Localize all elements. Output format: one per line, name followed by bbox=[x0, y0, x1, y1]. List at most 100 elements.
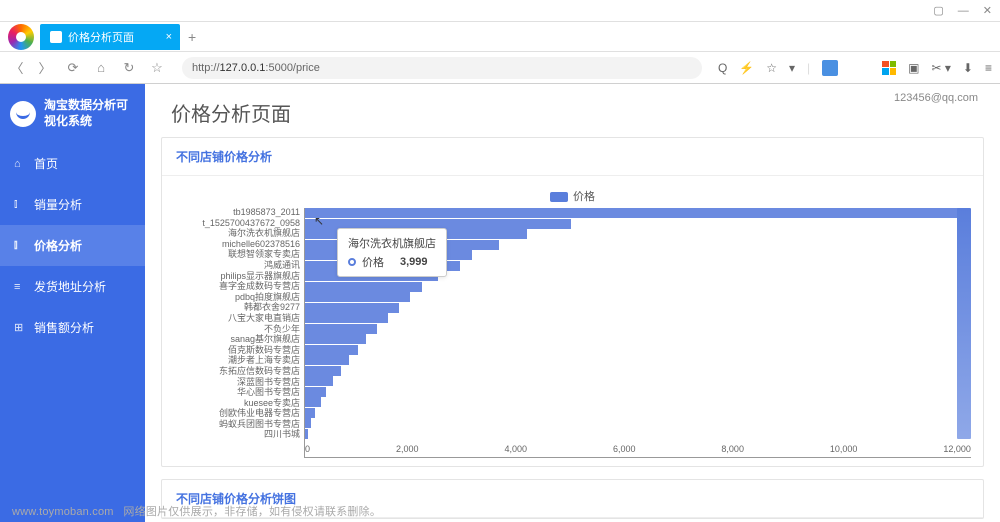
url-input[interactable]: http://127.0.0.1:5000/price bbox=[182, 57, 702, 79]
y-tick-label: 联想智领家专卖店 bbox=[174, 250, 300, 259]
bar[interactable] bbox=[305, 303, 399, 313]
cut-icon[interactable]: ✂ ▾ bbox=[932, 61, 951, 75]
chart-legend[interactable]: 价格 bbox=[174, 188, 971, 204]
reader-icon[interactable]: ▣ bbox=[908, 61, 919, 75]
card-price-by-shop: 不同店铺价格分析 价格 ↖ 海尔洗衣机旗舰店 价格 3,999 tb198587… bbox=[161, 137, 984, 467]
app-container: 淘宝数据分析可 视化系统 ⌂首页⫾销量分析⫾价格分析≡发货地址分析⊞销售额分析 … bbox=[0, 84, 1000, 522]
sidebar: 淘宝数据分析可 视化系统 ⌂首页⫾销量分析⫾价格分析≡发货地址分析⊞销售额分析 bbox=[0, 84, 145, 522]
main-content: 123456@qq.com 价格分析页面 不同店铺价格分析 价格 ↖ 海尔洗衣机… bbox=[145, 84, 1000, 522]
dropdown-icon[interactable]: ▾ bbox=[789, 61, 795, 75]
tooltip-shop: 海尔洗衣机旗舰店 bbox=[348, 235, 436, 251]
stop-button[interactable]: ↻ bbox=[120, 60, 138, 76]
chart-tooltip: 海尔洗衣机旗舰店 价格 3,999 bbox=[337, 228, 447, 277]
download-icon[interactable]: ⬇ bbox=[963, 61, 973, 75]
x-tick-label: 6,000 bbox=[613, 444, 636, 457]
bar[interactable] bbox=[305, 208, 960, 218]
window-close-icon[interactable]: ✕ bbox=[983, 4, 992, 17]
bar[interactable] bbox=[305, 345, 358, 355]
user-email[interactable]: 123456@qq.com bbox=[894, 92, 978, 104]
window-controls: ▢ — ✕ bbox=[0, 0, 1000, 22]
bar[interactable] bbox=[305, 387, 326, 397]
bar-chart[interactable]: tb1985873_2011 t_1525700437672_0958 海尔洗衣机旗… bbox=[174, 208, 971, 458]
y-tick-label: 鸿威通讯 bbox=[174, 261, 300, 270]
tab-bar: 价格分析页面 × + bbox=[0, 22, 1000, 52]
nav-icon: ⫾ bbox=[14, 239, 26, 252]
y-tick-label: 华心图书专营店 bbox=[174, 388, 300, 397]
bar[interactable] bbox=[305, 324, 377, 334]
y-tick-label: 东拓应信数码专营店 bbox=[174, 367, 300, 376]
y-tick-label: michelle602378516 bbox=[174, 240, 300, 249]
back-button[interactable]: 〈 bbox=[8, 58, 26, 77]
nav-icon: ⫾ bbox=[14, 198, 26, 211]
tooltip-value: 3,999 bbox=[400, 256, 428, 268]
sidebar-item-销售额分析[interactable]: ⊞销售额分析 bbox=[0, 307, 145, 348]
y-tick-label: 不负少年 bbox=[174, 325, 300, 334]
new-tab-button[interactable]: + bbox=[188, 29, 196, 45]
nav-icon: ⊞ bbox=[14, 321, 26, 334]
tab-title: 价格分析页面 bbox=[68, 29, 134, 45]
favorite-button[interactable]: ☆ bbox=[148, 60, 166, 76]
x-tick-label: 10,000 bbox=[830, 444, 858, 457]
bar[interactable] bbox=[305, 282, 422, 292]
shortcut-icon[interactable]: ⚡ bbox=[739, 61, 754, 75]
extension-icon[interactable] bbox=[822, 60, 838, 76]
y-tick-label: 喜字金成数码专营店 bbox=[174, 282, 300, 291]
x-axis: 02,0004,0006,0008,00010,00012,000 bbox=[305, 441, 971, 457]
menu-icon[interactable]: ≡ bbox=[985, 61, 992, 75]
y-axis: tb1985873_2011t_1525700437672_0958海尔洗衣机旗… bbox=[174, 208, 304, 458]
window-minimize-icon[interactable]: — bbox=[958, 5, 969, 17]
tab-favicon-icon bbox=[50, 31, 62, 43]
bar[interactable] bbox=[305, 313, 388, 323]
tooltip-series: 价格 bbox=[362, 254, 384, 270]
bar[interactable] bbox=[305, 292, 410, 302]
sidebar-item-首页[interactable]: ⌂首页 bbox=[0, 143, 145, 184]
nav-list: ⌂首页⫾销量分析⫾价格分析≡发货地址分析⊞销售额分析 bbox=[0, 143, 145, 348]
y-tick-label: 潮步者上海专卖店 bbox=[174, 356, 300, 365]
bar[interactable] bbox=[305, 355, 349, 365]
forward-button[interactable]: 〉 bbox=[36, 58, 54, 77]
nav-icon: ≡ bbox=[14, 281, 26, 293]
y-tick-label: 韩都衣舍9277 bbox=[174, 303, 300, 312]
address-bar: 〈 〉 ⟳ ⌂ ↻ ☆ http://127.0.0.1:5000/price … bbox=[0, 52, 1000, 84]
y-tick-label: t_1525700437672_0958 bbox=[174, 219, 300, 228]
url-host: 127.0.0.1 bbox=[220, 62, 266, 74]
sidebar-item-销量分析[interactable]: ⫾销量分析 bbox=[0, 184, 145, 225]
bar[interactable] bbox=[305, 429, 308, 439]
y-tick-label: 佰克斯数码专营店 bbox=[174, 346, 300, 355]
bookmark-icon[interactable]: ☆ bbox=[766, 61, 777, 75]
y-tick-label: 创欧伟业电器专营店 bbox=[174, 409, 300, 418]
y-tick-label: 四川书城 bbox=[174, 430, 300, 439]
brand: 淘宝数据分析可 视化系统 bbox=[0, 92, 145, 143]
tab-close-icon[interactable]: × bbox=[166, 31, 172, 43]
x-tick-label: 4,000 bbox=[504, 444, 527, 457]
window-restore-icon[interactable]: ▢ bbox=[933, 4, 943, 17]
apps-icon[interactable] bbox=[882, 61, 896, 75]
bar[interactable] bbox=[305, 408, 315, 418]
legend-swatch-icon bbox=[550, 192, 568, 202]
card-body: 价格 ↖ 海尔洗衣机旗舰店 价格 3,999 tb1985873_2011 t_1… bbox=[162, 176, 983, 466]
browser-tab[interactable]: 价格分析页面 × bbox=[40, 24, 180, 50]
card-title: 不同店铺价格分析 bbox=[162, 138, 983, 176]
reload-button[interactable]: ⟳ bbox=[64, 60, 82, 76]
nav-icon: ⌂ bbox=[14, 158, 26, 170]
x-tick-label: 2,000 bbox=[396, 444, 419, 457]
y-tick-label: philips显示器旗舰店 bbox=[174, 272, 300, 281]
url-prefix: http:// bbox=[192, 62, 220, 74]
x-tick-label: 0 bbox=[305, 444, 310, 457]
y-tick-label: tb1985873_2011 bbox=[174, 208, 300, 217]
cursor-icon: ↖ bbox=[314, 214, 324, 228]
sidebar-item-发货地址分析[interactable]: ≡发货地址分析 bbox=[0, 266, 145, 307]
bar[interactable] bbox=[305, 334, 366, 344]
bar[interactable] bbox=[305, 376, 333, 386]
home-button[interactable]: ⌂ bbox=[92, 60, 110, 75]
brand-logo-icon bbox=[10, 101, 36, 127]
sidebar-item-价格分析[interactable]: ⫾价格分析 bbox=[0, 225, 145, 266]
search-icon[interactable]: Q bbox=[718, 61, 727, 75]
toolbar-right: Q ⚡ ☆ ▾ | ▣ ✂ ▾ ⬇ ≡ bbox=[718, 60, 992, 76]
bar[interactable] bbox=[305, 397, 321, 407]
bar[interactable] bbox=[305, 418, 311, 428]
footer-watermark: www.toymoban.com 网络图片仅供展示，非存储，如有侵权请联系删除。 bbox=[12, 503, 381, 519]
y-tick-label: 深蓝图书专营店 bbox=[174, 378, 300, 387]
bar[interactable] bbox=[305, 366, 341, 376]
x-tick-label: 8,000 bbox=[721, 444, 744, 457]
